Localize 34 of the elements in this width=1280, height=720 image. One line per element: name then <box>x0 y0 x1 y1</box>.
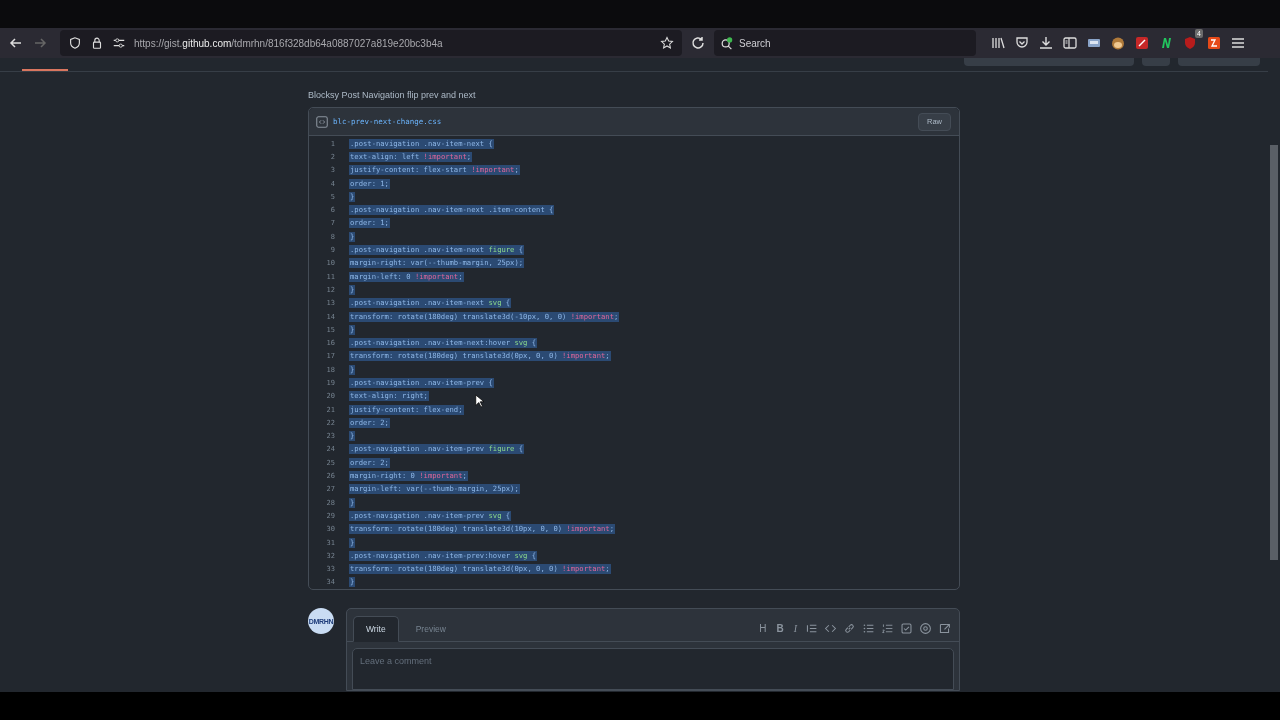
editor-tab[interactable]: Preview <box>402 616 459 643</box>
heading-button[interactable]: H <box>757 622 769 634</box>
task-list-icon[interactable] <box>900 621 913 635</box>
extension-icon[interactable] <box>1206 35 1222 51</box>
mouse-cursor <box>475 394 484 408</box>
comment-field[interactable]: Leave a comment <box>352 648 954 691</box>
pocket-icon[interactable] <box>1014 35 1030 51</box>
scrollbar-thumb[interactable] <box>1270 145 1278 560</box>
shield-icon[interactable] <box>68 36 82 50</box>
code-file-icon <box>315 114 329 129</box>
search-field[interactable]: Search <box>714 30 976 56</box>
tab-indicator <box>22 69 68 71</box>
lock-icon[interactable] <box>90 36 104 50</box>
address-bar[interactable]: https://gist.github.com/tdmrhn/816f328db64a0887027a819e20bc3b4a <box>60 30 682 56</box>
download-icon[interactable] <box>1038 35 1054 51</box>
editor-tab[interactable]: Write <box>353 616 399 643</box>
shield-extension-icon[interactable] <box>1182 35 1198 51</box>
extension-icon[interactable] <box>1134 35 1150 51</box>
url-text: https://gist.github.com/tdmrhn/816f328db64a0887027a819e20bc3b4a <box>134 37 443 49</box>
numbered-list-icon[interactable] <box>881 621 894 635</box>
search-icon <box>720 36 734 50</box>
bold-button[interactable]: B <box>774 622 786 634</box>
star-icon[interactable] <box>660 36 674 50</box>
italic-button[interactable]: I <box>791 622 799 634</box>
reference-icon[interactable] <box>938 621 951 635</box>
menu-icon[interactable] <box>1230 35 1246 51</box>
mention-icon[interactable] <box>919 621 932 635</box>
gist-description: Blocksy Post Navigation flip prev and next <box>308 90 477 100</box>
reload-icon[interactable] <box>690 35 706 51</box>
sidebar-icon[interactable] <box>1062 35 1078 51</box>
library-icon[interactable] <box>990 35 1006 51</box>
bulleted-list-icon[interactable] <box>862 621 875 635</box>
link-icon[interactable] <box>843 621 856 635</box>
sliders-icon[interactable] <box>112 36 126 50</box>
